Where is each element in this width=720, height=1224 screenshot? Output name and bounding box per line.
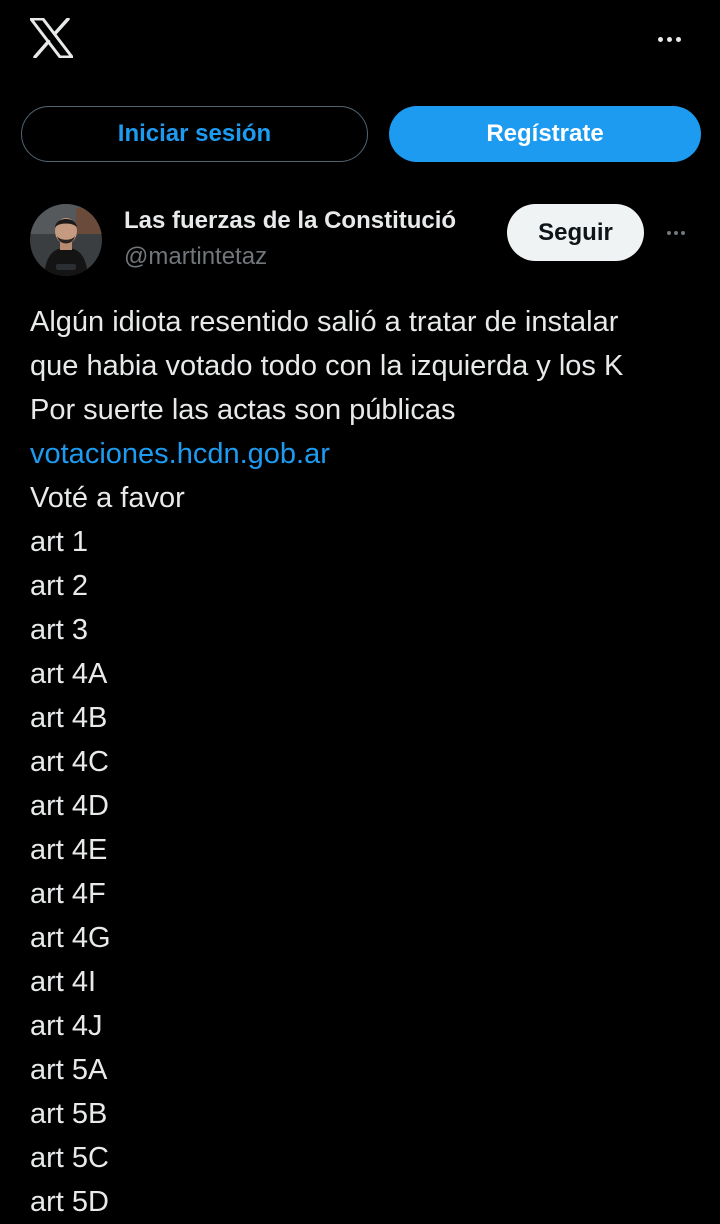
signup-button[interactable]: Regístrate (389, 106, 701, 162)
post-link[interactable]: votaciones.hcdn.gob.ar (30, 432, 700, 476)
article-item: art 4F (30, 878, 106, 910)
article-item: art 2 (30, 570, 89, 602)
more-horizontal-icon[interactable] (648, 26, 690, 52)
x-logo-icon[interactable] (29, 17, 74, 59)
post-text-line: Por suerte las actas son públicas (30, 394, 456, 426)
post-text: Algún idiota resentido salió a tratar de… (30, 300, 700, 1224)
login-button[interactable]: Iniciar sesión (21, 106, 368, 162)
article-item: art 5D (30, 1186, 109, 1218)
article-item: art 3 (30, 614, 89, 646)
post-text-line: que habia votado todo con la izquierda y… (30, 350, 624, 382)
author-handle[interactable]: @martintetaz (124, 241, 267, 273)
post-more-icon[interactable] (658, 220, 694, 246)
article-item: art 5A (30, 1054, 108, 1086)
article-item: art 4G (30, 922, 111, 954)
author-display-name[interactable]: Las fuerzas de la Constitució (124, 205, 496, 237)
avatar[interactable] (30, 204, 102, 276)
top-bar (0, 0, 720, 80)
list-intro: Voté a favor (30, 482, 185, 514)
article-item: art 4D (30, 790, 109, 822)
article-item: art 4J (30, 1010, 103, 1042)
article-item: art 1 (30, 526, 89, 558)
article-item: art 5B (30, 1098, 108, 1130)
article-item: art 4A (30, 658, 108, 690)
follow-button[interactable]: Seguir (507, 204, 644, 261)
article-item: art 4I (30, 966, 97, 998)
article-item: art 4C (30, 746, 109, 778)
post-text-line: Algún idiota resentido salió a tratar de… (30, 306, 619, 338)
article-item: art 4B (30, 702, 108, 734)
article-item: art 4E (30, 834, 108, 866)
article-item: art 5C (30, 1142, 109, 1174)
